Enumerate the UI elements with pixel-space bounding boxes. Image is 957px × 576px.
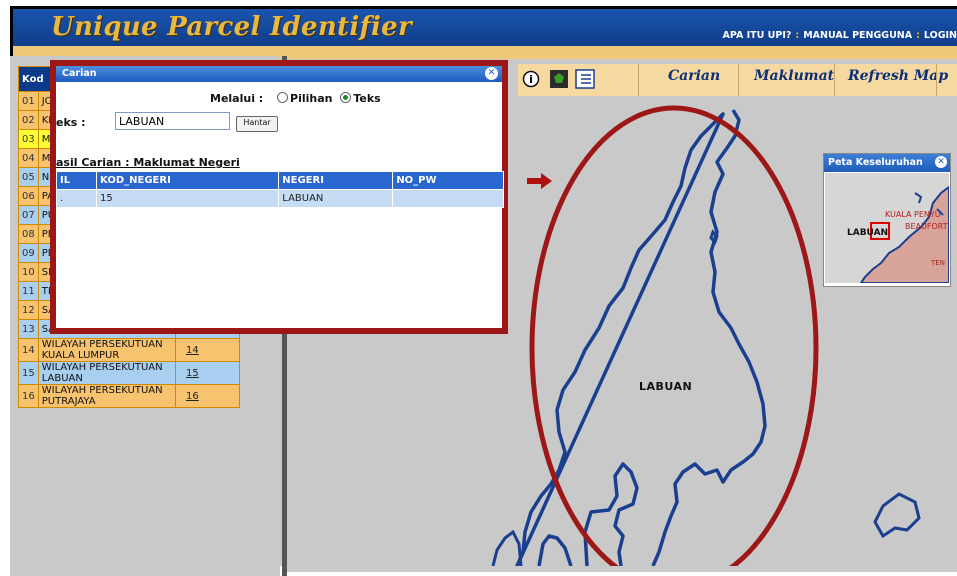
overview-label-kuala-penyu: KUALA PENYU — [885, 210, 941, 219]
state-code-link[interactable]: 14 — [176, 339, 240, 362]
labuan-label: LABUAN — [639, 380, 692, 393]
radio-pilihan[interactable] — [277, 92, 288, 103]
state-name: WILAYAH PERSEKUTUAN LABUAN — [38, 362, 175, 385]
state-number: 04 — [19, 149, 39, 168]
red-arrow-icon — [527, 172, 553, 190]
hantar-button[interactable]: Hantar — [236, 116, 278, 132]
close-icon[interactable]: ✕ — [485, 67, 498, 80]
result-table: ILKOD_NEGERINEGERINO_PW .15LABUAN — [56, 171, 504, 208]
result-cell: LABUAN — [279, 190, 393, 208]
state-row[interactable]: 16WILAYAH PERSEKUTUAN PUTRAJAYA16 — [19, 385, 240, 408]
overview-label-ten: TEN — [930, 259, 945, 267]
state-number: 10 — [19, 263, 39, 282]
state-number: 16 — [19, 385, 39, 408]
top-links: APA ITU UPI?:MANUAL PENGGUNA:LOGIN — [723, 30, 957, 41]
state-number: 15 — [19, 362, 39, 385]
pilihan-label[interactable]: Pilihan — [290, 92, 332, 105]
maklumat-button[interactable]: Maklumat — [754, 68, 834, 90]
state-number: 08 — [19, 225, 39, 244]
state-name: WILAYAH PERSEKUTUAN PUTRAJAYA — [38, 385, 175, 408]
result-cell: . — [57, 190, 97, 208]
state-number: 06 — [19, 187, 39, 206]
overview-panel: Peta Keseluruhan ✕ KUALA PENYU BEAUFORT … — [823, 153, 951, 287]
state-row[interactable]: 14WILAYAH PERSEKUTUAN KUALA LUMPUR14 — [19, 339, 240, 362]
overview-label-labuan: LABUAN — [847, 228, 888, 238]
close-icon[interactable]: ✕ — [935, 156, 947, 168]
manual-pengguna-link[interactable]: MANUAL PENGGUNA — [803, 30, 912, 41]
labuan-island — [517, 110, 765, 566]
carian-button[interactable]: Carian — [668, 68, 720, 90]
search-input[interactable] — [115, 112, 230, 130]
search-dialog: Carian ✕ Melalui : Pilihan Teks eks : Ha… — [50, 60, 508, 334]
radio-teks[interactable] — [340, 92, 351, 103]
app-title: Unique Parcel Identifier — [51, 12, 412, 42]
coast-left — [493, 532, 521, 566]
apa-itu-upi-link[interactable]: APA ITU UPI? — [723, 30, 792, 41]
state-number: 13 — [19, 320, 39, 339]
state-code-link[interactable]: 15 — [176, 362, 240, 385]
state-number: 12 — [19, 301, 39, 320]
state-number: 03 — [19, 130, 39, 149]
melalui-label: Melalui : — [210, 92, 263, 105]
result-column-header: NO_PW — [393, 172, 504, 190]
result-column-header: NEGERI — [279, 172, 393, 190]
state-name: WILAYAH PERSEKUTUAN KUALA LUMPUR — [38, 339, 175, 362]
header: Unique Parcel Identifier APA ITU UPI?:MA… — [13, 9, 957, 46]
result-row[interactable]: .15LABUAN — [57, 190, 504, 208]
overview-title: Peta Keseluruhan ✕ — [824, 154, 950, 172]
result-column-header: KOD_NEGERI — [97, 172, 279, 190]
map-toolbar: i Carian Maklumat Refresh Map — [518, 64, 957, 96]
result-column-header: IL — [57, 172, 97, 190]
svg-text:i: i — [529, 73, 533, 86]
list-icon[interactable] — [574, 68, 596, 90]
highlight-ellipse — [532, 108, 816, 566]
overview-map[interactable]: KUALA PENYU BEAUFORT LABUAN TEN — [825, 173, 949, 283]
overview-svg: KUALA PENYU BEAUFORT LABUAN TEN — [825, 173, 949, 283]
dialog-titlebar[interactable]: Carian ✕ — [56, 66, 502, 82]
refresh-map-button[interactable]: Refresh Map — [848, 68, 948, 90]
state-number: 09 — [19, 244, 39, 263]
state-number: 14 — [19, 339, 39, 362]
state-number: 01 — [19, 92, 39, 111]
login-link[interactable]: LOGIN — [924, 30, 957, 41]
state-number: 07 — [19, 206, 39, 225]
dialog-title: Carian — [62, 68, 97, 79]
result-cell — [393, 190, 504, 208]
state-number: 02 — [19, 111, 39, 130]
result-title: asil Carian : Maklumat Negeri — [56, 156, 240, 169]
state-code-link[interactable]: 16 — [176, 385, 240, 408]
info-icon[interactable]: i — [520, 68, 542, 90]
map-pan-icon[interactable] — [548, 68, 570, 90]
state-number: 05 — [19, 168, 39, 187]
islet-right — [875, 494, 919, 536]
teks-label: eks : — [56, 116, 86, 129]
melalui-group: Melalui : Pilihan Teks — [210, 92, 381, 105]
result-cell: 15 — [97, 190, 279, 208]
state-row[interactable]: 15WILAYAH PERSEKUTUAN LABUAN15 — [19, 362, 240, 385]
state-number: 11 — [19, 282, 39, 301]
overview-label-beaufort: BEAUFORT — [905, 222, 948, 231]
teks-option-label[interactable]: Teks — [353, 92, 380, 105]
